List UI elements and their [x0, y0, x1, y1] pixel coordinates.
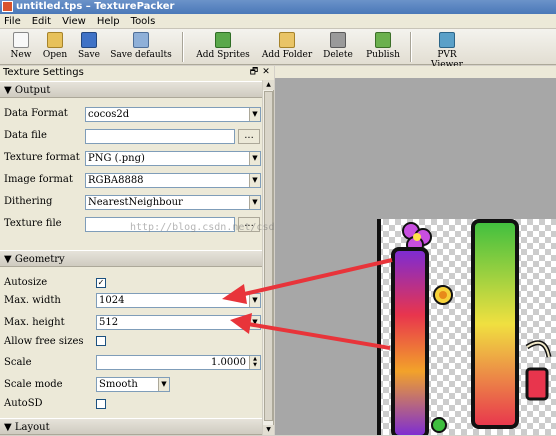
- arrow-to-max-height: [230, 313, 391, 350]
- arrow-to-max-width: [222, 258, 393, 304]
- annotation-arrows: [222, 258, 393, 350]
